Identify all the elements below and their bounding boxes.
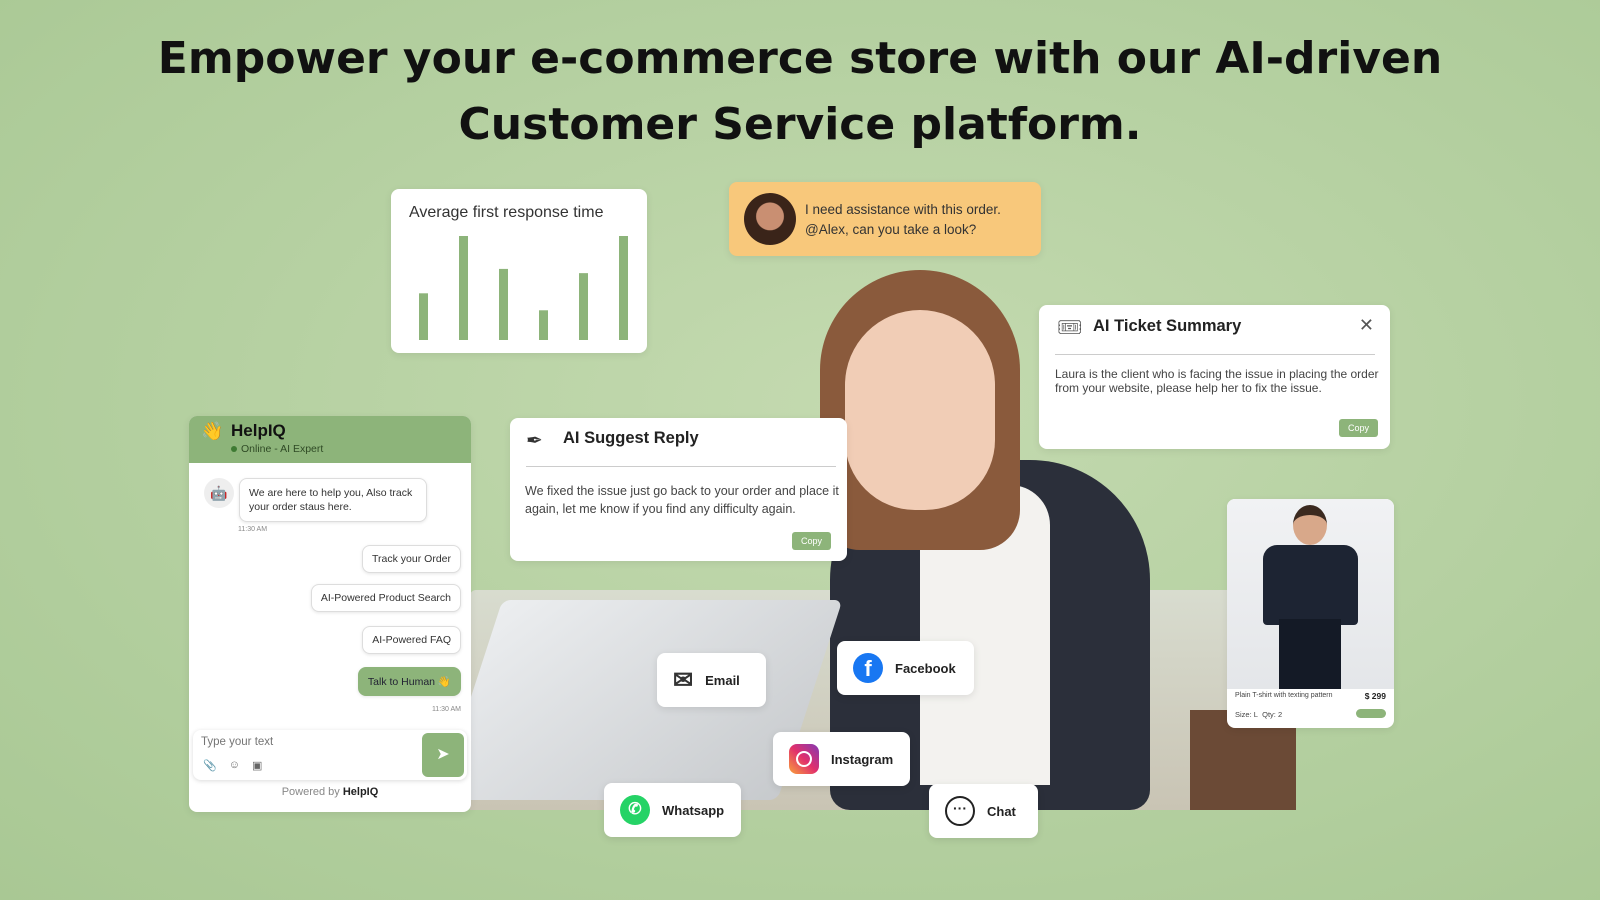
chart-bar (619, 236, 628, 340)
talk-to-human-button[interactable]: Talk to Human 👋 (357, 667, 461, 696)
attach-icon[interactable]: 📎 (203, 759, 217, 772)
chat-header: 👋 HelpIQ Online - AI Expert (189, 416, 471, 463)
channel-facebook[interactable]: f Facebook (837, 641, 974, 695)
product-card[interactable]: Plain T-shirt with texting pattern $ 299… (1227, 499, 1394, 728)
chart-bar (419, 293, 428, 340)
chart-bar (499, 268, 508, 340)
add-to-cart-button[interactable] (1356, 709, 1386, 718)
channel-email[interactable]: ✉ Email (657, 653, 766, 707)
ai-pen-icon: ✒ (526, 430, 543, 452)
mention-message: I need assistance with this order. @Alex,… (729, 182, 1041, 256)
headline: Empower your e-commerce store with our A… (157, 33, 1443, 150)
response-time-card: Average first response time (391, 189, 647, 353)
email-icon: ✉ (673, 666, 694, 694)
emoji-icon[interactable]: ☺ (229, 759, 240, 772)
whatsapp-icon: ✆ (620, 795, 650, 825)
channel-instagram[interactable]: Instagram (773, 732, 910, 786)
chart-bar (539, 310, 548, 340)
chat-bubble-icon: ··· (945, 796, 975, 826)
copy-button[interactable]: Copy (791, 532, 831, 550)
option-product-search[interactable]: AI-Powered Product Search (310, 584, 461, 612)
ai-suggest-reply-card: ✒ AI Suggest Reply We fixed the issue ju… (510, 418, 847, 561)
ticket-icon: 🎟 (1057, 317, 1083, 339)
ai-ticket-summary-card: 🎟 AI Ticket Summary ✕ Laura is the clien… (1039, 305, 1390, 449)
instagram-icon (789, 744, 819, 774)
avatar (744, 193, 796, 245)
chart-bar (459, 236, 468, 340)
option-track-order[interactable]: Track your Order (362, 545, 461, 573)
helpiq-chat-widget: 👋 HelpIQ Online - AI Expert 🤖 We are her… (189, 416, 471, 812)
send-button[interactable]: ➤ (422, 733, 464, 777)
response-time-chart (419, 236, 628, 340)
copy-button[interactable]: Copy (1338, 419, 1378, 437)
facebook-icon: f (853, 653, 883, 683)
channel-whatsapp[interactable]: ✆ Whatsapp (604, 783, 741, 837)
close-icon[interactable]: ✕ (1359, 315, 1374, 336)
bot-avatar: 🤖 (204, 478, 234, 508)
online-dot (231, 446, 237, 452)
channel-chat[interactable]: ··· Chat (929, 784, 1038, 838)
image-icon[interactable]: ▣ (252, 759, 262, 772)
wave-icon: 👋 (201, 421, 224, 441)
product-image (1227, 499, 1394, 689)
message-input[interactable] (201, 736, 401, 748)
send-icon: ➤ (436, 746, 450, 763)
chart-bar (579, 273, 588, 340)
message-composer: 📎 ☺ ▣ ➤ (193, 730, 467, 780)
option-faq[interactable]: AI-Powered FAQ (362, 626, 461, 654)
